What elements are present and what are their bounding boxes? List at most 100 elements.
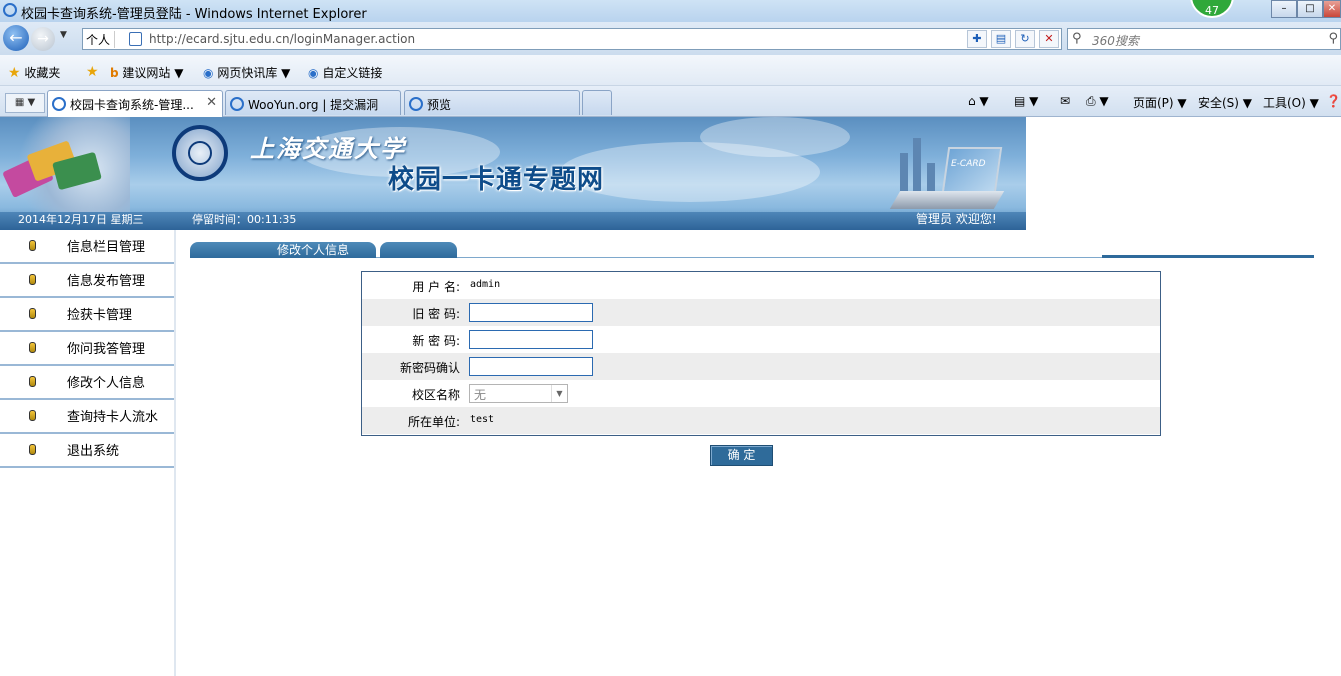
persona-selector[interactable]: 个人 [86,31,116,48]
tab-ecard[interactable]: 校园卡查询系统-管理... ✕ [47,90,223,117]
unit-label: 所在单位: [407,415,460,429]
welcome-text: 管理员 欢迎您! [916,212,997,226]
confirm-password-label: 新密码确认 [399,361,460,375]
new-password-label: 新 密 码: [412,334,460,348]
submit-button[interactable]: 确 定 [710,445,773,466]
sidebar-item-qa-manage[interactable]: 你问我答管理 [0,332,174,366]
help-icon[interactable]: ❓ [1326,94,1341,108]
form-row-old-password: 旧 密 码: [362,299,1160,326]
fav-item-suggested[interactable]: b 建议网站 ▼ [110,64,183,81]
maximize-button[interactable]: □ [1297,0,1323,18]
close-window-button[interactable]: ✕ [1323,0,1341,18]
university-name: 上海交通大学 [250,134,406,163]
page-content: 上海交通大学 校园一卡通专题网 E-CARD 2014年12月17日 星期三 停… [0,117,1341,676]
add-icon[interactable]: ✚ [967,30,987,48]
content-tabs: 修改个人信息 [190,242,1314,258]
star-icon: ★ [8,65,21,81]
stop-icon[interactable]: ✕ [1039,30,1059,48]
fav-item-webslice[interactable]: ◉ 网页快讯库 ▼ [203,64,290,81]
ecard-label: E-CARD [951,159,986,169]
bullet-icon [29,240,36,251]
form-row-new-password: 新 密 码: [362,326,1160,353]
old-password-input[interactable] [469,303,593,322]
close-tab-icon[interactable]: ✕ [206,95,217,110]
username-value: admin [470,279,501,290]
favorites-button[interactable]: ★ 收藏夹 [8,64,60,81]
bullet-icon [29,444,36,455]
profile-form: 用 户 名: admin 旧 密 码: 新 密 码: 新密码确认 校区名称 无 … [361,271,1161,436]
search-field[interactable]: ⚲ 360搜索 ⚲ [1067,28,1341,50]
sidebar-item-publish-manage[interactable]: 信息发布管理 [0,264,174,298]
sidebar-item-column-manage[interactable]: 信息栏目管理 [0,230,174,264]
ie-icon [3,3,17,17]
window-titlebar: 校园卡查询系统-管理员登陆 - Windows Internet Explore… [0,0,1341,22]
tools-menu[interactable]: 工具(O) ▼ [1263,94,1319,111]
sidebar-item-cardholder-flow[interactable]: 查询持卡人流水 [0,400,174,434]
form-row-username: 用 户 名: admin [362,272,1160,299]
new-password-input[interactable] [469,330,593,349]
page-icon [129,32,142,46]
bullet-icon [29,308,36,319]
address-toolbar: ← → ▼ 个人 http://ecard.sjtu.edu.cn/loginM… [0,22,1341,55]
tab-secondary[interactable] [380,242,457,258]
page-menu[interactable]: 页面(P) ▼ [1133,94,1187,111]
tab-bar: ▦ ▼ 校园卡查询系统-管理... ✕ WooYun.org | 提交漏洞 预览… [0,86,1341,117]
bullet-icon [29,274,36,285]
university-seal-icon [172,125,228,181]
print-icon[interactable]: ⎙ ▼ [1086,94,1109,109]
mail-icon[interactable]: ✉ [1060,94,1070,108]
favorites-bar: ★ 收藏夹 ★ b 建议网站 ▼ ◉ 网页快讯库 ▼ ◉ 自定义链接 [0,55,1341,86]
quick-tabs-icon[interactable]: ▦ ▼ [5,93,45,113]
old-password-label: 旧 密 码: [412,307,460,321]
banner-status-strip: 2014年12月17日 星期三 停留时间：00:11:35 管理员 欢迎您! [0,212,1026,230]
ie-tab-icon [52,97,66,111]
tab-wooyun[interactable]: WooYun.org | 提交漏洞 [225,90,401,115]
address-field[interactable]: 个人 http://ecard.sjtu.edu.cn/loginManager… [82,28,1062,50]
safety-menu[interactable]: 安全(S) ▼ [1198,94,1252,111]
sidebar-item-found-card-manage[interactable]: 捡获卡管理 [0,298,174,332]
chevron-down-icon[interactable]: ▼ [551,385,567,402]
tab-underline [1102,255,1314,258]
back-button[interactable]: ← [3,25,29,51]
ie-tab-icon [230,97,244,111]
unit-value: test [470,414,495,425]
search-go-icon[interactable]: ⚲ [1328,31,1338,46]
address-url[interactable]: http://ecard.sjtu.edu.cn/loginManager.ac… [149,32,415,46]
campus-select[interactable]: 无 ▼ [469,384,568,403]
tab-edit-profile[interactable]: 修改个人信息 [190,242,376,258]
confirm-password-input[interactable] [469,357,593,376]
bullet-icon [29,410,36,421]
form-row-unit: 所在单位: test [362,407,1160,434]
cards-image [0,117,130,212]
window-title: 校园卡查询系统-管理员登陆 - Windows Internet Explore… [21,7,367,22]
username-label: 用 户 名: [412,280,460,294]
add-favorite-icon[interactable]: ★ [86,64,99,80]
site-title: 校园一卡通专题网 [388,165,605,195]
feeds-icon[interactable]: ▤ ▼ [1014,94,1038,108]
campus-selected-value: 无 [474,388,487,402]
notification-badge[interactable]: 47 [1190,0,1234,18]
minimize-button[interactable]: – [1271,0,1297,18]
fav-item-custom-links[interactable]: ◉ 自定义链接 [308,64,382,81]
sidebar-item-edit-profile[interactable]: 修改个人信息 [0,366,174,400]
stay-time: 停留时间：00:11:35 [192,213,297,226]
new-tab-button[interactable] [582,90,612,115]
tab-preview[interactable]: 预览 [404,90,580,115]
site-banner: 上海交通大学 校园一卡通专题网 E-CARD 2014年12月17日 星期三 停… [0,117,1026,230]
sidebar-nav: 信息栏目管理 信息发布管理 捡获卡管理 你问我答管理 修改个人信息 查询持卡人流… [0,230,176,676]
refresh-icon[interactable]: ↻ [1015,30,1035,48]
bullet-icon [29,376,36,387]
form-row-campus: 校区名称 无 ▼ [362,380,1160,407]
form-row-confirm-password: 新密码确认 [362,353,1160,380]
forward-button[interactable]: → [31,27,55,51]
search-placeholder[interactable]: 360搜索 [1092,32,1139,49]
sidebar-item-logout[interactable]: 退出系统 [0,434,174,468]
history-dropdown-icon[interactable]: ▼ [60,30,67,40]
current-date: 2014年12月17日 星期三 [18,213,144,226]
bullet-icon [29,342,36,353]
search-icon: ⚲ [1072,31,1082,46]
compat-view-icon[interactable]: ▤ [991,30,1011,48]
campus-label: 校区名称 [411,388,460,402]
ie-tab-icon [409,97,423,111]
home-icon[interactable]: ⌂ ▼ [968,94,989,108]
